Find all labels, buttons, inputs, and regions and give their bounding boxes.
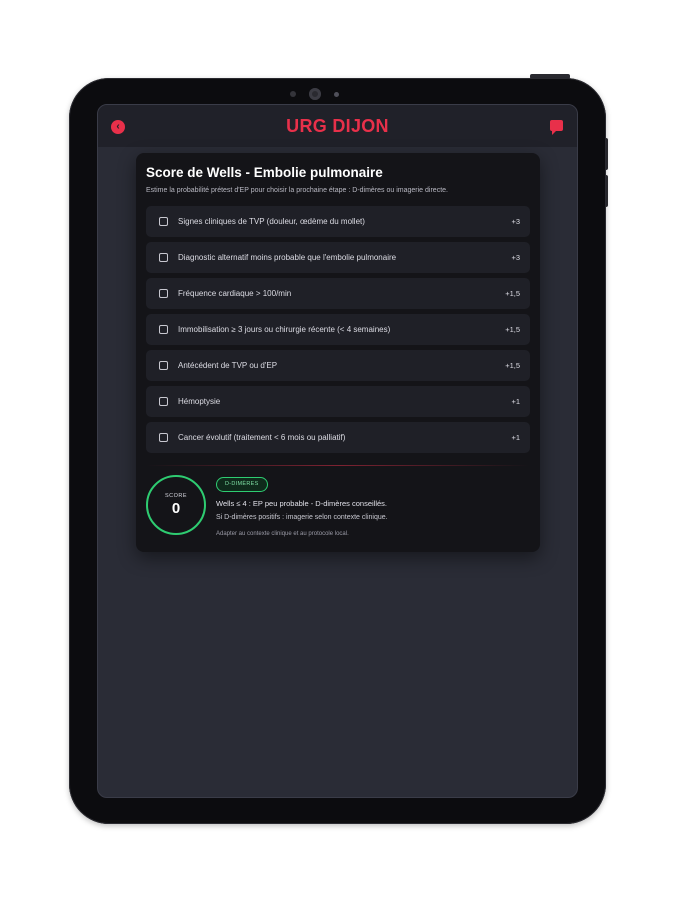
score-value: 0 xyxy=(171,500,181,517)
criterion-label: Cancer évolutif (traitement < 6 mois ou … xyxy=(178,433,346,442)
criterion-item[interactable]: Hémoptysie +1 xyxy=(146,386,530,417)
criterion-points: +1 xyxy=(511,433,520,442)
criterion-label: Signes cliniques de TVP (douleur, œdème … xyxy=(178,217,365,226)
criterion-points: +3 xyxy=(511,253,520,262)
camera-cluster xyxy=(287,88,347,100)
chevron-left-icon[interactable]: ‹ xyxy=(111,120,125,134)
criterion-points: +1,5 xyxy=(505,361,520,370)
result-divider xyxy=(146,465,530,466)
sensor-dot xyxy=(290,91,296,97)
result-note: Adapter au contexte clinique et au proto… xyxy=(216,531,349,537)
criterion-label: Fréquence cardiaque > 100/min xyxy=(178,289,292,298)
criterion-points: +1 xyxy=(511,397,520,406)
criterion-item[interactable]: Cancer évolutif (traitement < 6 mois ou … xyxy=(146,422,530,453)
checkbox[interactable] xyxy=(159,397,168,406)
score-ring: SCORE 0 xyxy=(146,475,206,535)
criterion-points: +1,5 xyxy=(505,325,520,334)
checkbox[interactable] xyxy=(159,217,168,226)
card-description: Estime la probabilité prétest d'EP pour … xyxy=(146,187,448,194)
criterion-label: Hémoptysie xyxy=(178,397,221,406)
criterion-item[interactable]: Antécédent de TVP ou d'EP +1,5 xyxy=(146,350,530,381)
criterion-points: +3 xyxy=(511,217,520,226)
criteria-list: Signes cliniques de TVP (douleur, œdème … xyxy=(146,206,530,458)
criterion-label: Antécédent de TVP ou d'EP xyxy=(178,361,278,370)
result-interpretation: Wells ≤ 4 : EP peu probable - D-dimères … xyxy=(216,499,387,508)
checkbox[interactable] xyxy=(159,433,168,442)
front-camera xyxy=(309,88,321,100)
app-title: URG DIJON xyxy=(286,115,389,136)
checkbox[interactable] xyxy=(159,289,168,298)
app-bar: ‹ URG DIJON xyxy=(98,105,577,147)
criterion-label: Diagnostic alternatif moins probable que… xyxy=(178,253,397,262)
recommendation-badge: D-DIMÈRES xyxy=(216,477,268,492)
app-screen: ‹ URG DIJON Score de Wells - Embolie pul… xyxy=(97,104,578,798)
criterion-item[interactable]: Signes cliniques de TVP (douleur, œdème … xyxy=(146,206,530,237)
result-followup: Si D-dimères positifs : imagerie selon c… xyxy=(216,514,388,521)
criterion-label: Immobilisation ≥ 3 jours ou chirurgie ré… xyxy=(178,325,391,334)
checkbox[interactable] xyxy=(159,253,168,262)
card-title: Score de Wells - Embolie pulmonaire xyxy=(146,165,383,180)
criterion-item[interactable]: Immobilisation ≥ 3 jours ou chirurgie ré… xyxy=(146,314,530,345)
wells-score-card: Score de Wells - Embolie pulmonaire Esti… xyxy=(136,153,540,552)
checkbox[interactable] xyxy=(159,325,168,334)
light-sensor xyxy=(334,92,339,97)
criterion-item[interactable]: Diagnostic alternatif moins probable que… xyxy=(146,242,530,273)
checkbox[interactable] xyxy=(159,361,168,370)
criterion-points: +1,5 xyxy=(505,289,520,298)
criterion-item[interactable]: Fréquence cardiaque > 100/min +1,5 xyxy=(146,278,530,309)
score-caption: SCORE xyxy=(164,493,188,499)
chat-icon[interactable] xyxy=(550,120,563,135)
